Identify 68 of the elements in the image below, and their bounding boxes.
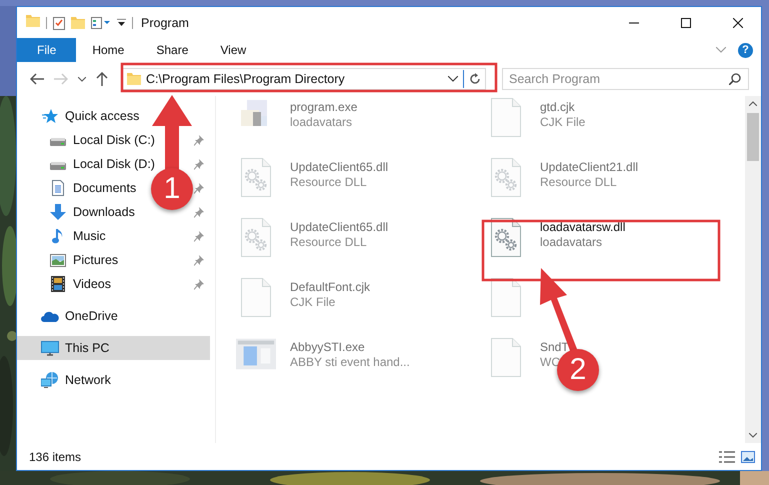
ribbon-tab[interactable]: Home [76,38,140,62]
pin-icon[interactable] [194,158,204,170]
landscape-picture-icon [50,254,66,266]
nav-item[interactable]: OneDrive [17,304,210,328]
file-type: Resource DLL [290,235,368,249]
help-button[interactable]: ? [738,42,753,58]
close-icon [733,18,743,28]
back-button[interactable] [27,73,47,85]
pin-icon[interactable] [194,254,204,266]
chevron-down-icon[interactable] [749,433,757,438]
star-icon [42,108,58,124]
file-name: UpdateClient21.dll [540,160,638,174]
nav-item[interactable]: Network [17,368,210,392]
file-name: loadavatarsw.dll [540,220,626,234]
nav-item[interactable]: This PC [17,336,210,360]
document-icon [52,180,64,196]
file-type: Resource DLL [540,175,618,189]
file-type: Resource DLL [290,175,368,189]
minimize-icon [629,22,639,24]
address-path: C:\Program Files\Program Directory [146,72,346,86]
download-arrow-icon [50,204,66,220]
pin-icon[interactable] [194,134,204,146]
pin-icon[interactable] [194,230,204,242]
window-title: Program [141,16,190,30]
refresh-icon [468,73,480,85]
chevron-down-icon[interactable] [448,76,458,82]
file-type: CJK File [540,115,586,129]
maximize-icon [681,18,691,28]
file-name: UpdateClient65.dll [290,160,388,174]
recent-locations-button[interactable] [75,76,89,82]
large-icons-view-icon[interactable] [741,450,755,462]
monitor-icon [41,340,59,356]
checklist-icon[interactable] [53,16,65,30]
file-type: loadavatars [290,115,354,129]
details-view-icon[interactable] [719,450,735,462]
file-name: UpdateClient65.dll [290,220,388,234]
pin-icon[interactable] [194,278,204,290]
scrollbar[interactable] [745,96,761,443]
folder-icon [127,73,141,85]
nav-item[interactable]: Pictures [17,248,210,272]
scrollbar-thumb[interactable] [747,113,759,161]
chevron-up-icon[interactable] [749,101,757,106]
pin-icon[interactable] [194,206,204,218]
search-field[interactable]: Search Program [502,68,749,90]
nav-item[interactable]: Music [17,224,210,248]
film-strip-icon [51,276,65,292]
caret-icon[interactable] [117,18,126,26]
network-icon [41,372,59,388]
ribbon-tab[interactable]: Share [140,38,204,62]
pin-icon[interactable] [194,182,204,194]
properties-icon[interactable] [91,16,111,28]
cloud-icon [41,310,59,322]
file-name: AbbyySTI.exe [290,340,366,354]
file-type: CJK File [290,295,336,309]
ribbon-tab[interactable]: View [204,38,262,62]
folder-icon [26,15,40,27]
nav-item[interactable]: Quick access [17,104,210,128]
file-name: gtd.cjk [540,100,576,114]
file-type: loadavatars [540,235,604,249]
item-count: 136 items [29,450,82,464]
music-note-icon [52,228,64,244]
nav-item[interactable]: Videos [17,272,210,296]
search-icon[interactable] [729,73,741,85]
file-menu-tab[interactable]: File [17,38,76,62]
address-bar[interactable]: C:\Program Files\Program Directory [121,68,486,90]
file-name: program.exe [290,100,358,114]
file-name: DefaultFont.cjk [290,280,370,294]
file-type: ABBY sti event hand... [290,355,410,369]
